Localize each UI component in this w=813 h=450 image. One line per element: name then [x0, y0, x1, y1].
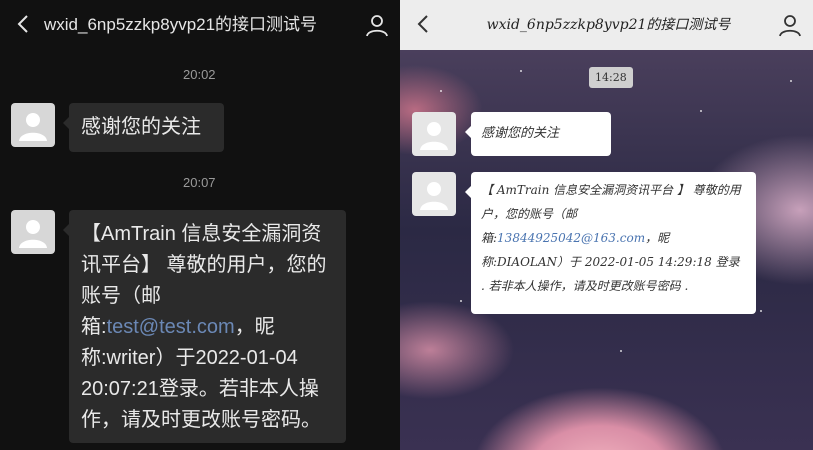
message-bubble[interactable]: 感谢您的关注	[63, 103, 224, 152]
default-avatar-icon[interactable]	[11, 103, 55, 147]
email-link[interactable]: 13844925042@163.com	[497, 231, 645, 245]
timestamp: 14:28	[589, 67, 633, 88]
chat-header: wxid_6np5zzkp8yvp21的接口测试号	[0, 0, 400, 50]
user-profile-icon[interactable]	[777, 12, 803, 38]
default-avatar-icon[interactable]	[412, 172, 456, 216]
chevron-left-icon[interactable]	[12, 12, 36, 36]
left-chat-screen: wxid_6np5zzkp8yvp21的接口测试号 20:02 感谢您的关注 2…	[0, 0, 400, 450]
message-bubble[interactable]: 感谢您的关注	[465, 112, 611, 156]
chat-title: wxid_6np5zzkp8yvp21的接口测试号	[486, 17, 731, 33]
default-avatar-icon[interactable]	[11, 210, 55, 254]
chevron-left-icon[interactable]	[412, 12, 436, 36]
timestamp: 20:07	[183, 175, 216, 190]
message-text: 感谢您的关注	[81, 116, 201, 138]
chat-header: wxid_6np5zzkp8yvp21的接口测试号	[400, 0, 813, 50]
right-chat-screen: wxid_6np5zzkp8yvp21的接口测试号 14:28 感谢您的关注 【…	[400, 0, 813, 450]
message-bubble[interactable]: 【AmTrain 信息安全漏洞资讯平台】 尊敬的用户，您的账号（邮箱:test@…	[63, 210, 346, 443]
chat-title: wxid_6np5zzkp8yvp21的接口测试号	[44, 15, 318, 34]
default-avatar-icon[interactable]	[412, 112, 456, 156]
user-profile-icon[interactable]	[364, 12, 390, 38]
message-bubble[interactable]: 【 AmTrain 信息安全漏洞资讯平台 】 尊敬的用户，您的账号（邮箱:138…	[465, 172, 756, 314]
email-link[interactable]: test@test.com	[107, 316, 235, 338]
timestamp: 20:02	[183, 67, 216, 82]
message-text: 感谢您的关注	[481, 126, 560, 141]
